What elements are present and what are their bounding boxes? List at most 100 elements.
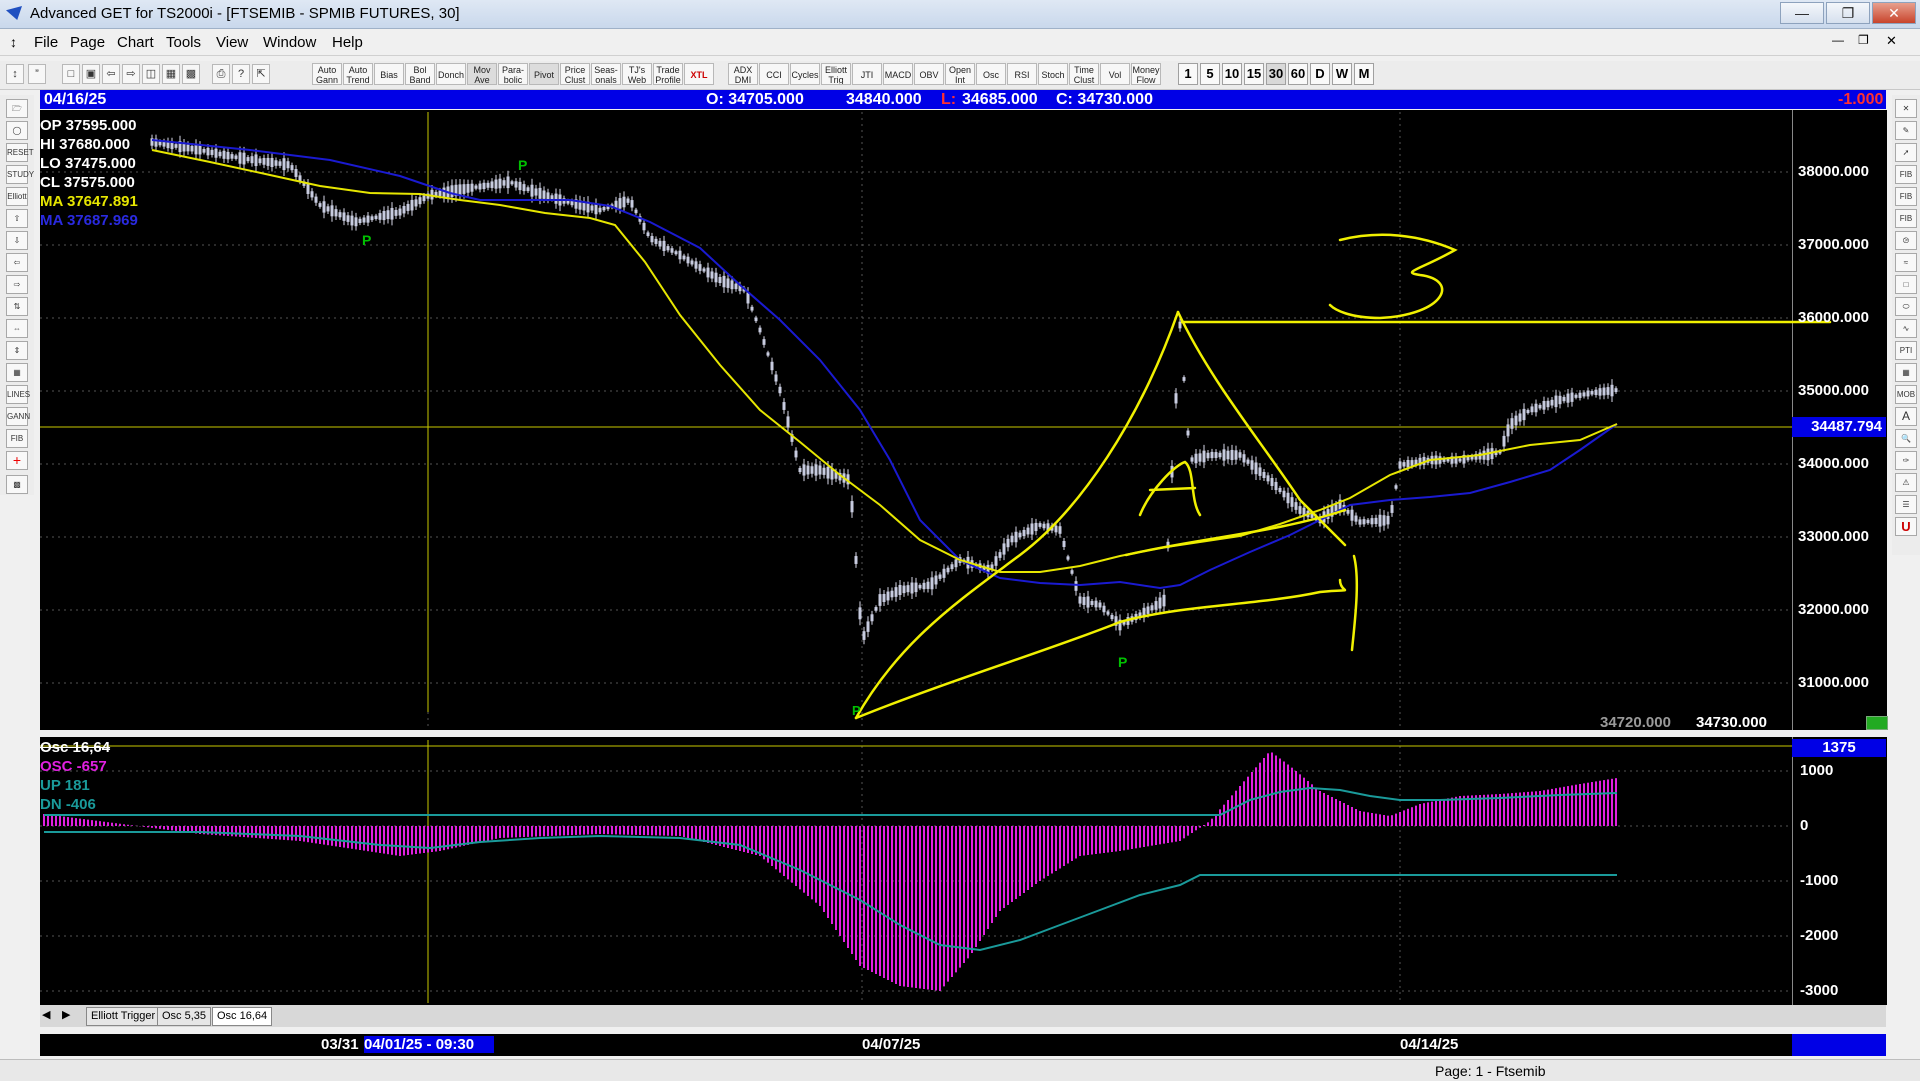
price-bar-body <box>1034 522 1038 532</box>
tab-prev-icon[interactable]: ◀ <box>42 1008 50 1021</box>
price-bar-body <box>214 148 218 158</box>
osc-dn-value: DN -406 <box>40 796 96 813</box>
price-bar-body <box>462 184 466 194</box>
price-bar-body <box>1610 384 1614 397</box>
price-bar-body <box>1106 611 1110 615</box>
price-tick: 32000.000 <box>1798 601 1869 618</box>
price-tick: 35000.000 <box>1798 382 1869 399</box>
price-tick: 33000.000 <box>1798 528 1869 545</box>
price-bar-body <box>386 210 390 220</box>
price-bar-body <box>1098 602 1102 608</box>
price-bar-body <box>1210 451 1214 459</box>
price-bar-body <box>1534 403 1538 413</box>
price-bar-body <box>1242 454 1246 463</box>
price-bar-body <box>698 264 702 271</box>
price-bar-body <box>782 402 786 410</box>
price-bar-body <box>1102 605 1106 613</box>
price-bar-body <box>1370 518 1374 525</box>
price-bar-body <box>410 199 414 211</box>
price-bar-body <box>922 582 926 590</box>
price-bar-body <box>826 466 830 479</box>
osc-value-box: 1375 <box>1792 739 1886 757</box>
price-bar-body <box>854 556 858 564</box>
price-bar-body <box>498 178 502 189</box>
price-bar-body <box>514 181 518 188</box>
price-bar-body <box>1374 517 1378 524</box>
price-bar-body <box>270 157 274 168</box>
price-bar-body <box>406 203 410 211</box>
price-bar-body <box>1030 523 1034 535</box>
price-bar-body <box>1362 519 1366 525</box>
price-bar-body <box>222 150 226 159</box>
price-bar-body <box>886 591 890 601</box>
price-bar-body <box>314 196 318 203</box>
resize-grip-icon[interactable] <box>1866 716 1888 730</box>
osc-title: Osc 16,64 <box>40 739 111 756</box>
price-bar-body <box>1410 460 1414 466</box>
pivot-marker: P <box>852 703 861 718</box>
price-bar-body <box>394 209 398 216</box>
tab-next-icon[interactable]: ▶ <box>62 1008 70 1021</box>
oscillator-histogram <box>43 752 1617 991</box>
price-bar-body <box>210 149 214 155</box>
price-bar-body <box>710 271 714 279</box>
tab-osc-16-64[interactable]: Osc 16,64 <box>212 1007 273 1026</box>
price-tick: 31000.000 <box>1798 674 1869 691</box>
osc-tick: -1000 <box>1800 872 1839 889</box>
price-bar-body <box>310 191 314 198</box>
price-bar-body <box>1538 404 1542 409</box>
price-bar-body <box>174 144 178 148</box>
price-bar-body <box>250 156 254 164</box>
price-bar-body <box>1206 452 1210 459</box>
price-bar-body <box>594 203 598 215</box>
price-bar-body <box>1590 391 1594 395</box>
price-bar-body <box>858 607 862 620</box>
price-bar-body <box>1402 462 1406 467</box>
date-label: 03/31 <box>321 1036 359 1053</box>
chart-canvas <box>40 112 1832 1003</box>
tab-osc-5-35[interactable]: Osc 5,35 <box>157 1007 212 1026</box>
price-bar-body <box>1570 392 1574 402</box>
tab-elliott-trigger[interactable]: Elliott Trigger <box>86 1007 161 1026</box>
price-bar-body <box>194 144 198 155</box>
price-bar-body <box>882 594 886 602</box>
osc-tick: 0 <box>1800 817 1809 834</box>
pivot-marker: P <box>362 232 372 248</box>
price-bar-body <box>1070 570 1074 574</box>
price-bar-body <box>418 197 422 205</box>
annotation-letter-b <box>1328 233 1458 320</box>
price-bar-body <box>1506 424 1510 437</box>
price-bar-body <box>1042 523 1046 529</box>
price-bar-body <box>1246 459 1250 464</box>
price-bar-body <box>534 188 538 196</box>
price-bar-body <box>906 585 910 593</box>
price-bar-body <box>946 567 950 573</box>
price-bar-body <box>1398 461 1402 469</box>
price-bar-body <box>1558 395 1562 405</box>
price-bar-body <box>1518 413 1522 422</box>
price-bar-body <box>1358 519 1362 525</box>
price-bar-body <box>1158 597 1162 609</box>
price-bar-body <box>706 267 710 278</box>
price-bar-body <box>1526 409 1530 414</box>
price-bar-body <box>786 416 790 428</box>
price-bar-body <box>658 240 662 247</box>
price-bar-body <box>918 584 922 589</box>
date-axis-corner <box>1792 1034 1886 1056</box>
price-bar-body <box>654 238 658 244</box>
price-bar-body <box>246 157 250 162</box>
price-bar-body <box>1290 497 1294 507</box>
price-bar-body <box>546 192 550 200</box>
price-bar-body <box>266 157 270 166</box>
price-bar-body <box>1378 514 1382 527</box>
price-bar-body <box>590 205 594 211</box>
price-bar-body <box>1394 485 1398 489</box>
osc-down-line <box>44 831 1617 952</box>
price-bar-body <box>730 280 734 290</box>
price-bar-body <box>1278 487 1282 493</box>
price-bar-body <box>686 256 690 264</box>
price-bar-body <box>694 261 698 269</box>
price-bar-body <box>1238 452 1242 458</box>
price-bar-body <box>650 236 654 243</box>
price-bar-body <box>702 268 706 272</box>
